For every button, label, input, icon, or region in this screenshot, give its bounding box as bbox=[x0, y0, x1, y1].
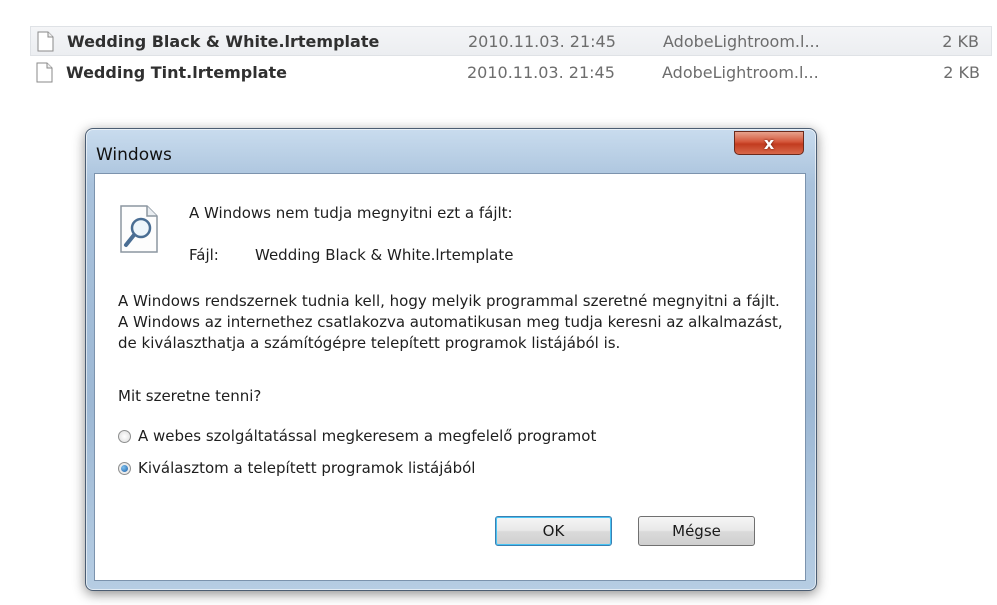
ok-button[interactable]: OK bbox=[495, 516, 612, 546]
file-row[interactable]: Wedding Tint.lrtemplate 2010.11.03. 21:4… bbox=[30, 58, 992, 88]
question-text: Mit szeretne tenni? bbox=[118, 387, 262, 405]
radio-button[interactable] bbox=[118, 429, 131, 443]
search-document-icon bbox=[120, 205, 158, 253]
radio-label: Kiválasztom a telepített programok listá… bbox=[138, 459, 476, 477]
file-size: 2 KB bbox=[943, 63, 980, 82]
file-type: AdobeLightroom.l... bbox=[663, 32, 820, 51]
document-icon bbox=[36, 62, 53, 83]
radio-web-service[interactable]: A webes szolgáltatással megkeresem a meg… bbox=[118, 427, 596, 445]
file-size: 2 KB bbox=[942, 32, 979, 51]
close-button[interactable]: x bbox=[734, 131, 804, 155]
open-with-dialog: Windows x A Windows nem tudja megnyitni … bbox=[85, 128, 817, 591]
file-label: Fájl: bbox=[189, 246, 219, 264]
file-value: Wedding Black & White.lrtemplate bbox=[255, 246, 514, 264]
dialog-title: Windows bbox=[96, 145, 172, 165]
file-type: AdobeLightroom.l... bbox=[662, 63, 819, 82]
file-date: 2010.11.03. 21:45 bbox=[468, 32, 616, 51]
file-name: Wedding Black & White.lrtemplate bbox=[67, 32, 380, 51]
file-date: 2010.11.03. 21:45 bbox=[467, 63, 615, 82]
dialog-body: A Windows nem tudja megnyitni ezt a fájl… bbox=[94, 173, 806, 581]
document-icon bbox=[37, 31, 54, 52]
cancel-button[interactable]: Mégse bbox=[638, 516, 755, 546]
radio-button-checked[interactable] bbox=[118, 461, 131, 475]
explanation-text: A Windows rendszernek tudnia kell, hogy … bbox=[118, 292, 783, 352]
dialog-message: A Windows nem tudja megnyitni ezt a fájl… bbox=[189, 204, 513, 222]
file-name: Wedding Tint.lrtemplate bbox=[66, 63, 288, 82]
radio-label: A webes szolgáltatással megkeresem a meg… bbox=[138, 427, 597, 445]
file-row[interactable]: Wedding Black & White.lrtemplate 2010.11… bbox=[30, 26, 992, 56]
radio-installed-programs[interactable]: Kiválasztom a telepített programok listá… bbox=[118, 459, 475, 477]
close-icon: x bbox=[763, 133, 775, 153]
